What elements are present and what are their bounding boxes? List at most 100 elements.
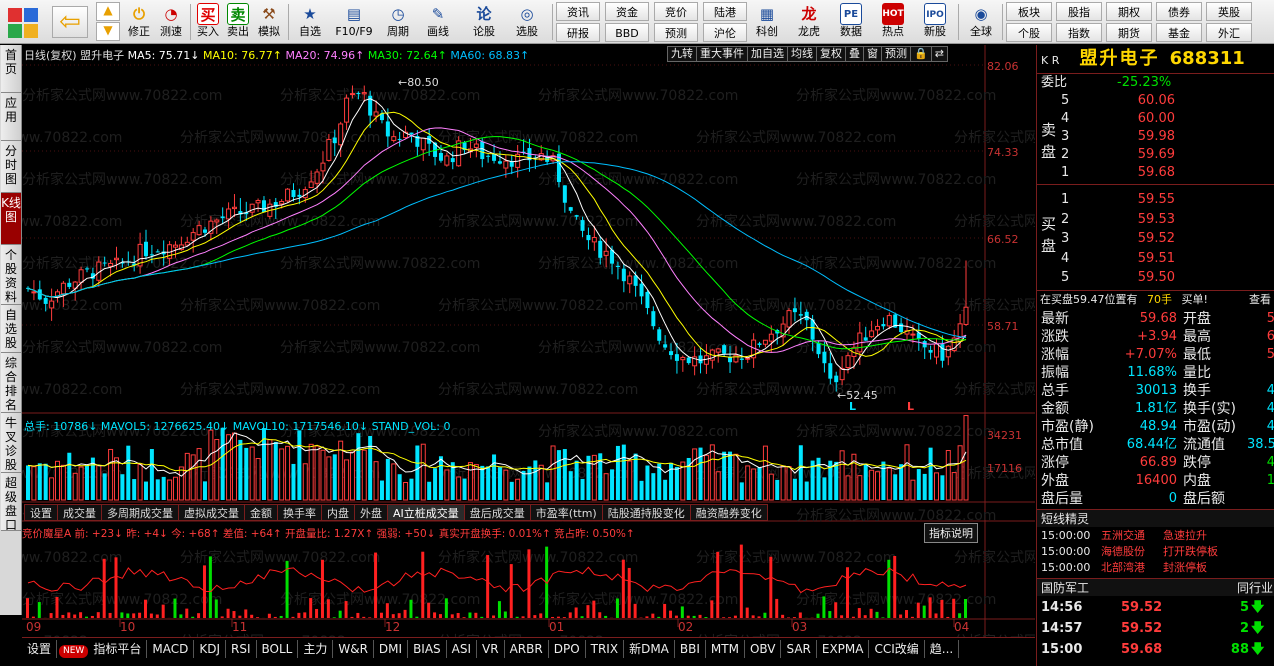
indicator-tab[interactable]: DMI bbox=[374, 640, 409, 658]
market-link-button[interactable]: 期货 bbox=[1106, 23, 1152, 42]
chart-tool-button[interactable]: 复权 bbox=[816, 46, 846, 62]
volume-tab[interactable]: 虚拟成交量 bbox=[178, 504, 245, 521]
indicator-tab[interactable]: EXPMA bbox=[817, 640, 870, 658]
nav-item[interactable]: 综合排名 bbox=[1, 353, 21, 413]
market-link-button[interactable]: 期权 bbox=[1106, 2, 1152, 21]
indicator-tab[interactable]: 指标平台 bbox=[88, 640, 148, 658]
volume-tab[interactable]: 多周期成交量 bbox=[101, 504, 179, 521]
nav-item[interactable]: 首页 bbox=[1, 45, 21, 93]
chart-tool-button[interactable]: 预测 bbox=[881, 46, 911, 62]
nav-item[interactable]: 个股资料 bbox=[1, 245, 21, 305]
nav-item[interactable]: 自选股 bbox=[1, 305, 21, 353]
nav-item[interactable]: 分时图 bbox=[1, 141, 21, 193]
volume-tab[interactable]: 盘后成交量 bbox=[463, 504, 531, 521]
sell-level-row[interactable]: 1 59.68 bbox=[1037, 164, 1274, 182]
chart-tool-button[interactable]: ⇄ bbox=[930, 46, 948, 62]
volume-tab[interactable]: 换手率 bbox=[277, 504, 322, 521]
indicator-tab[interactable]: ARBR bbox=[505, 640, 549, 658]
down-button[interactable]: ▼ bbox=[96, 22, 120, 41]
volume-tab[interactable]: 外盘 bbox=[354, 504, 388, 521]
sell-button[interactable]: 卖 卖出 bbox=[224, 1, 252, 43]
volume-tab[interactable]: 成交量 bbox=[57, 504, 102, 521]
chart-tool-button[interactable]: 九转 bbox=[667, 46, 697, 62]
chart-tool-button[interactable]: 均线 bbox=[787, 46, 817, 62]
indicator-tab[interactable]: DPO bbox=[549, 640, 586, 658]
market-link-button[interactable]: 基金 bbox=[1156, 23, 1202, 42]
quick-link-button[interactable]: 竞价 bbox=[654, 2, 698, 21]
indicator-tab[interactable]: BBI bbox=[675, 640, 706, 658]
buy-level-row[interactable]: 5 59.50 bbox=[1037, 269, 1274, 287]
indicator-tab[interactable]: MTM bbox=[706, 640, 745, 658]
market-link-button[interactable]: 英股 bbox=[1206, 2, 1252, 21]
buy-level-row[interactable]: 1 59.55 bbox=[1037, 191, 1274, 209]
volume-tab[interactable]: 内盘 bbox=[321, 504, 355, 521]
spirit-item[interactable]: 15:00:00 海德股份 打开跌停板 bbox=[1037, 544, 1274, 560]
indicator-tab[interactable]: BIAS bbox=[408, 640, 447, 658]
hot-button[interactable]: HOT 热点 bbox=[874, 1, 912, 43]
indicator-tab[interactable]: 新DMA bbox=[624, 640, 675, 658]
volume-tab[interactable]: 融资融券变化 bbox=[689, 504, 768, 521]
watchlist-button[interactable]: ★ 自选 bbox=[292, 1, 328, 43]
chart-tool-button[interactable]: 加自选 bbox=[747, 46, 788, 62]
sell-level-row[interactable]: 3 59.98 bbox=[1037, 128, 1274, 146]
market-link-button[interactable]: 债券 bbox=[1156, 2, 1202, 21]
logo-icon[interactable] bbox=[8, 8, 38, 38]
global-button[interactable]: ◉ 全球 bbox=[962, 1, 1000, 43]
sell-level-row[interactable]: 5 60.06 bbox=[1037, 92, 1274, 110]
indicator-tab[interactable]: 趋... bbox=[925, 640, 960, 658]
nav-item[interactable]: K线图 bbox=[1, 193, 21, 245]
spirit-item[interactable]: 15:00:00 五洲交通 急速拉升 bbox=[1037, 528, 1274, 544]
volume-tab[interactable]: 金额 bbox=[244, 504, 278, 521]
nav-item[interactable]: 超级盘口 bbox=[1, 473, 21, 532]
market-link-button[interactable]: 指数 bbox=[1056, 23, 1102, 42]
quick-link-button[interactable]: 研报 bbox=[556, 23, 600, 42]
f10-button[interactable]: ▤ F10/F9 bbox=[332, 1, 376, 43]
kline-chart-area[interactable]: 分析家公式网www.70822.com 分析家公式网www.70822.com 分析… bbox=[22, 45, 1035, 642]
indicator-tab[interactable]: CCI改编 bbox=[869, 640, 925, 658]
market-link-button[interactable]: 个股 bbox=[1006, 23, 1052, 42]
period-button[interactable]: ◷ 周期 bbox=[380, 1, 416, 43]
volume-tab[interactable]: 陆股通持股变化 bbox=[601, 504, 691, 521]
sell-level-row[interactable]: 4 60.00 bbox=[1037, 110, 1274, 128]
chart-tool-button[interactable]: 叠 bbox=[845, 46, 864, 62]
indicator-tab[interactable]: W&R bbox=[333, 640, 374, 658]
ipo-button[interactable]: IPO 新股 bbox=[916, 1, 954, 43]
indicator-tab[interactable]: RSI bbox=[226, 640, 257, 658]
simulate-button[interactable]: ⚒ 模拟 bbox=[254, 1, 284, 43]
discuss-button[interactable]: 论 论股 bbox=[466, 1, 502, 43]
quick-link-button[interactable]: 资金 bbox=[605, 2, 649, 21]
speedtest-button[interactable]: ◔ 测速 bbox=[156, 1, 186, 43]
volume-tab[interactable]: AI立桩成交量 bbox=[387, 504, 465, 521]
data-button[interactable]: PE 数据 bbox=[832, 1, 870, 43]
star-market-button[interactable]: ▦ 科创 bbox=[748, 1, 786, 43]
back-button[interactable]: ⇦ bbox=[52, 6, 88, 38]
market-link-button[interactable]: 板块 bbox=[1006, 2, 1052, 21]
up-button[interactable]: ▲ bbox=[96, 2, 120, 21]
volume-tab[interactable]: 设置 bbox=[24, 504, 58, 521]
indicator-tab[interactable]: 设置 bbox=[22, 640, 58, 658]
chart-tool-button[interactable]: 重大事件 bbox=[696, 46, 748, 62]
nav-item[interactable]: 应用 bbox=[1, 93, 21, 141]
buy-level-row[interactable]: 4 59.51 bbox=[1037, 250, 1274, 268]
chart-tool-button[interactable]: 窗 bbox=[863, 46, 882, 62]
buy-level-row[interactable]: 3 59.52 bbox=[1037, 230, 1274, 248]
sell-level-row[interactable]: 2 59.69 bbox=[1037, 146, 1274, 164]
stock-picker-button[interactable]: ◎ 选股 bbox=[506, 1, 548, 43]
indicator-tab[interactable]: KDJ bbox=[194, 640, 226, 658]
draw-line-button[interactable]: ✎ 画线 bbox=[420, 1, 456, 43]
order-notice[interactable]: 在买盘59.47位置有 70手 买单! 查看 bbox=[1037, 290, 1274, 308]
indicator-tab[interactable]: OBV bbox=[745, 640, 782, 658]
indicator-tab[interactable]: MACD bbox=[147, 640, 195, 658]
kline-chart-svg[interactable]: 分析家公式网www.70822.com 分析家公式网www.70822.com 分析… bbox=[22, 45, 1035, 642]
chart-tool-button[interactable]: 🔒 bbox=[910, 46, 932, 62]
fix-button[interactable]: ⏻ 修正 bbox=[124, 1, 154, 43]
quick-link-button[interactable]: 预测 bbox=[654, 23, 698, 42]
quick-link-button[interactable]: 沪伦 bbox=[703, 23, 747, 42]
indicator-help-button[interactable]: 指标说明 bbox=[924, 523, 978, 543]
quick-link-button[interactable]: 资讯 bbox=[556, 2, 600, 21]
indicator-tab[interactable]: 主力 bbox=[298, 640, 334, 658]
indicator-tab[interactable]: SAR bbox=[781, 640, 817, 658]
indicator-tab[interactable]: ASI bbox=[447, 640, 478, 658]
spirit-item[interactable]: 15:00:00 北部湾港 封涨停板 bbox=[1037, 560, 1274, 576]
nav-item[interactable]: 牛叉诊股 bbox=[1, 413, 21, 473]
